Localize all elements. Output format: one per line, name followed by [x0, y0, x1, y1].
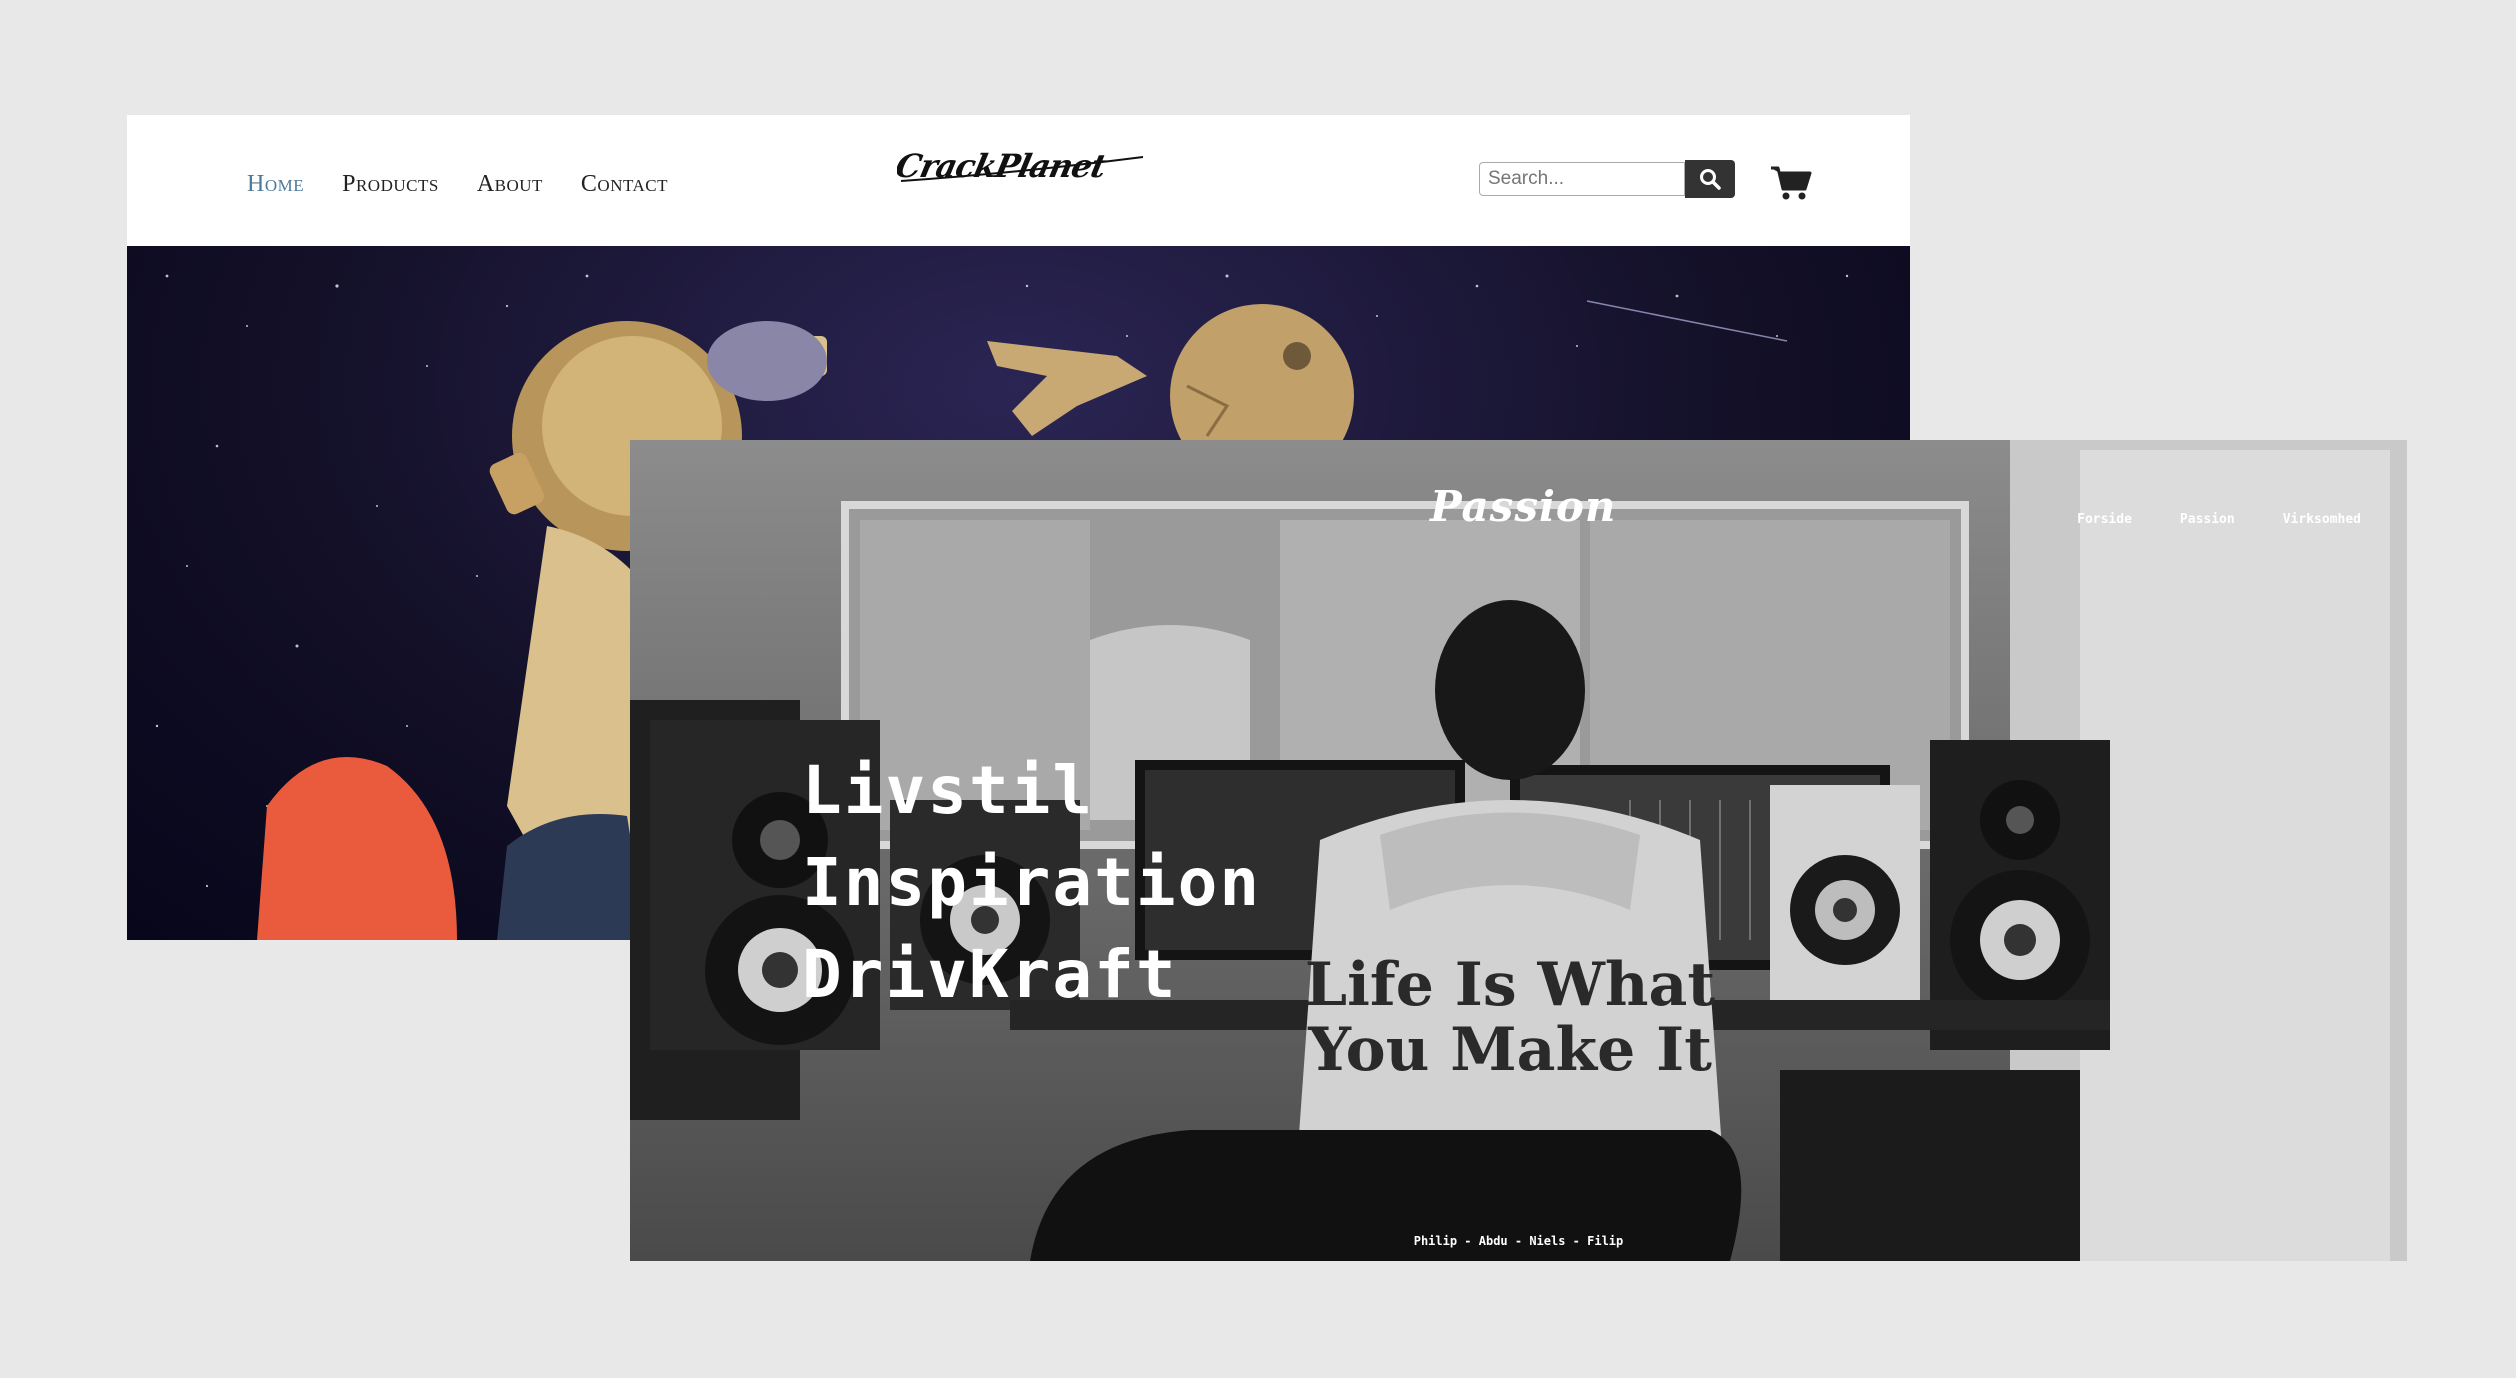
- site-header: Home Products About Contact CrackPlanet: [127, 115, 1910, 246]
- hero-headline: Livstil Inspiration DrivKraft: [802, 745, 1261, 1021]
- nav-home-link[interactable]: Home: [247, 171, 304, 198]
- headline-line-1: Livstil: [802, 752, 1095, 829]
- nav-passion-link[interactable]: Passion: [2180, 512, 2235, 527]
- crackplanet-logo[interactable]: CrackPlanet: [897, 143, 1147, 189]
- search-bar: [1479, 160, 1735, 198]
- passion-logo[interactable]: Passion: [1430, 482, 1616, 531]
- headline-line-2: Inspiration: [802, 844, 1262, 921]
- hoodie-print-line1: Life Is What: [1305, 950, 1715, 1020]
- passion-window: Life Is What You Make It Passion Forside…: [630, 440, 2407, 1261]
- cart-icon[interactable]: [1770, 164, 1812, 202]
- headline-line-3: DrivKraft: [802, 936, 1178, 1013]
- search-input[interactable]: [1479, 162, 1685, 196]
- nav-virksomhed-link[interactable]: Virksomhed: [2283, 512, 2361, 527]
- nav-about-link[interactable]: About: [477, 171, 543, 198]
- search-icon: [1700, 169, 1721, 190]
- credits-footer: Philip - Abdu - Niels - Filip: [1413, 1234, 1624, 1248]
- passion-nav: Forside Passion Virksomhed: [2077, 512, 2361, 527]
- main-nav: Home Products About Contact: [247, 171, 668, 198]
- hoodie-print-line2: You Make It: [1307, 1015, 1712, 1085]
- nav-products-link[interactable]: Products: [342, 171, 439, 198]
- nav-forside-link[interactable]: Forside: [2077, 512, 2132, 527]
- nav-contact-link[interactable]: Contact: [581, 171, 668, 198]
- search-button[interactable]: [1685, 160, 1735, 198]
